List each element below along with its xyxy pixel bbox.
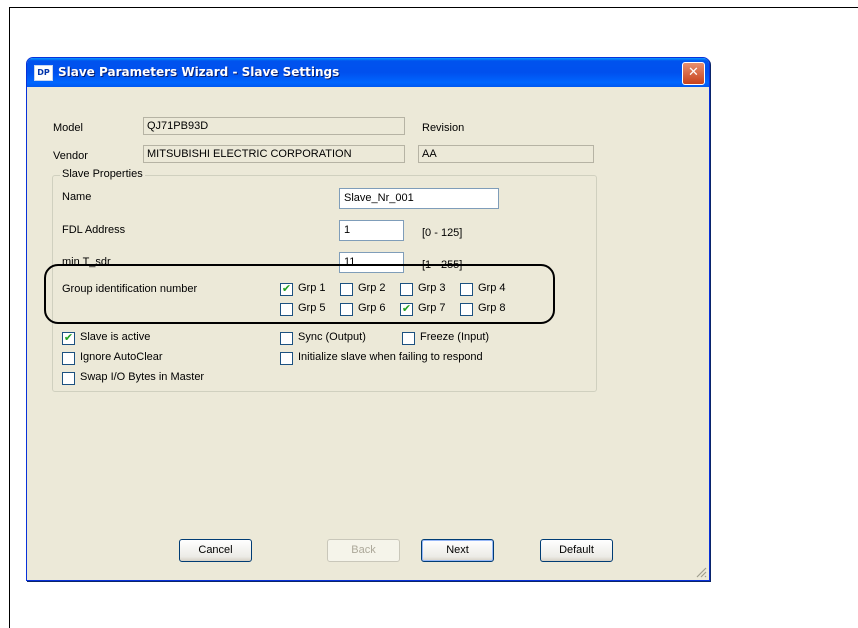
swap-io-checkbox[interactable] — [62, 372, 75, 385]
back-button[interactable]: Back — [327, 539, 400, 562]
fdl-range-label: [0 - 125] — [422, 227, 463, 239]
cancel-button[interactable]: Cancel — [179, 539, 252, 562]
window-title: Slave Parameters Wizard - Slave Settings — [58, 65, 340, 79]
title-bar[interactable]: DP Slave Parameters Wizard - Slave Setti… — [27, 58, 709, 87]
vendor-label: Vendor — [53, 150, 88, 162]
ignore-autoclear-checkbox[interactable] — [62, 352, 75, 365]
check-icon — [281, 351, 292, 362]
initialize-slave-label: Initialize slave when failing to respond — [298, 351, 483, 363]
revision-field: AA — [418, 145, 594, 163]
sync-output-label: Sync (Output) — [298, 331, 366, 343]
check-icon: ✔ — [63, 331, 74, 344]
check-icon — [281, 331, 292, 342]
slave-active-label: Slave is active — [80, 331, 151, 343]
sync-output-checkbox[interactable] — [280, 332, 293, 345]
model-field: QJ71PB93D — [143, 117, 405, 135]
default-button[interactable]: Default — [540, 539, 613, 562]
vendor-field: MITSUBISHI ELECTRIC CORPORATION — [143, 145, 405, 163]
dp-app-icon: DP — [34, 65, 53, 81]
check-icon — [403, 331, 414, 342]
initialize-slave-checkbox[interactable] — [280, 352, 293, 365]
revision-label: Revision — [422, 122, 465, 134]
freeze-input-label: Freeze (Input) — [420, 331, 490, 343]
check-icon — [63, 371, 74, 382]
resize-grip-icon[interactable] — [695, 566, 707, 578]
name-input[interactable]: Slave_Nr_001 — [339, 188, 499, 209]
ignore-autoclear-label: Ignore AutoClear — [80, 351, 163, 363]
highlight-oval — [44, 264, 555, 324]
name-label: Name — [62, 191, 92, 203]
next-button[interactable]: Next — [421, 539, 494, 562]
dialog-body: Model QJ71PB93D Revision Vendor MITSUBIS… — [30, 87, 704, 570]
check-icon — [63, 351, 74, 362]
swap-io-label: Swap I/O Bytes in Master — [80, 371, 205, 383]
freeze-input-checkbox[interactable] — [402, 332, 415, 345]
model-label: Model — [53, 122, 83, 134]
close-button[interactable]: ✕ — [682, 62, 705, 85]
fdl-address-label: FDL Address — [62, 224, 126, 236]
slave-active-checkbox[interactable]: ✔ — [62, 331, 75, 345]
slave-properties-legend: Slave Properties — [60, 168, 145, 180]
fdl-address-input[interactable]: 1 — [339, 220, 404, 241]
